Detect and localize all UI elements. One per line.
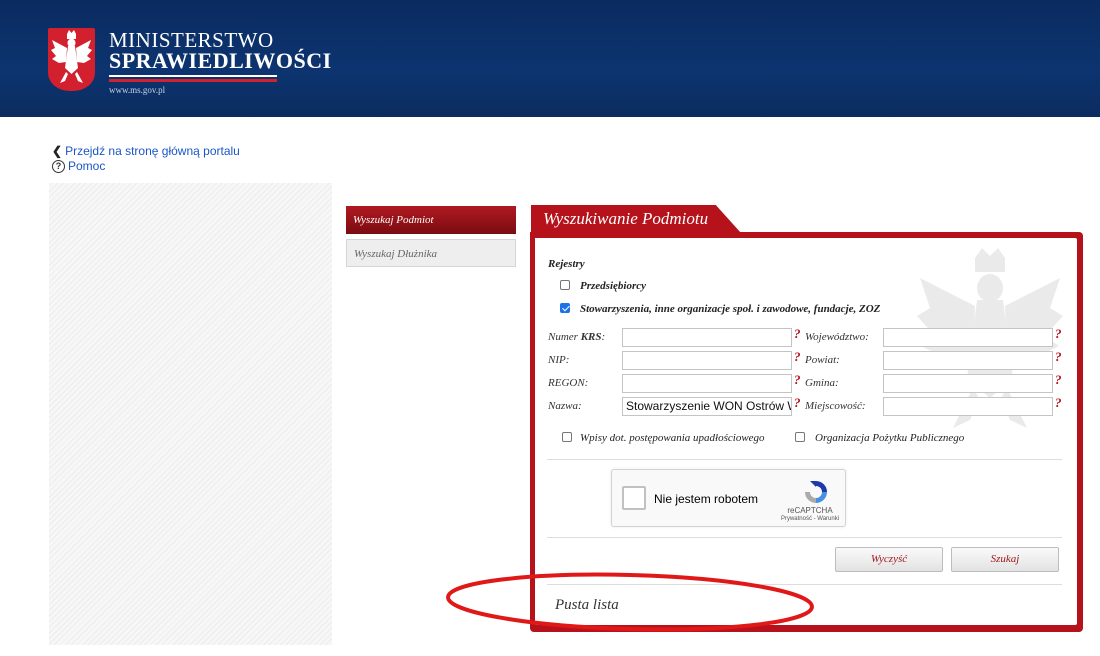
divider xyxy=(547,584,1062,585)
recaptcha-widget: Nie jestem robotem reCAPTCHA Prywatność … xyxy=(611,469,846,527)
nip-label: NIP: xyxy=(548,354,570,366)
register-associations-label: Stowarzyszenia, inne organizacje społ. i… xyxy=(580,303,881,315)
site-header: MINISTERSTWO SPRAWIEDLIWOŚCI www.ms.gov.… xyxy=(0,0,1100,117)
logo-line-sprawiedliwosci: SPRAWIEDLIWOŚCI xyxy=(109,48,332,73)
county-input[interactable] xyxy=(883,351,1053,370)
menu-item-search-debtor[interactable]: Wyszukaj Dłużnika xyxy=(346,239,516,267)
public-benefit-org-label: Organizacja Pożytku Publicznego xyxy=(815,432,965,444)
recaptcha-checkbox[interactable] xyxy=(622,486,646,510)
name-label: Nazwa: xyxy=(548,400,582,412)
help-circle-icon: ? xyxy=(52,159,65,173)
krs-label-prefix: Numer xyxy=(548,331,581,343)
results-empty-text: Pusta lista xyxy=(555,597,619,613)
help-label: Pomoc xyxy=(68,159,106,173)
voivodeship-label: Województwo: xyxy=(805,331,869,343)
bankruptcy-entries-checkbox[interactable] xyxy=(562,432,572,442)
menu-item-search-entity[interactable]: Wyszukaj Podmiot xyxy=(346,206,516,234)
clear-button[interactable]: Wyczyść xyxy=(835,547,943,572)
krs-label: Numer KRS: xyxy=(548,331,605,343)
county-label: Powiat: xyxy=(805,354,840,366)
recaptcha-label: Nie jestem robotem xyxy=(654,492,759,506)
municipality-label: Gmina: xyxy=(805,377,839,389)
krs-input[interactable] xyxy=(622,328,792,347)
logo-red-stripe xyxy=(109,79,277,82)
help-link[interactable]: ? Pomoc xyxy=(52,159,105,173)
nip-input[interactable] xyxy=(622,351,792,370)
recaptcha-brand: reCAPTCHA xyxy=(787,506,833,515)
regon-help-icon[interactable]: ? xyxy=(794,372,801,388)
chevron-left-icon: ❮ xyxy=(52,144,63,158)
locality-help-icon[interactable]: ? xyxy=(1055,395,1062,411)
logo-url: www.ms.gov.pl xyxy=(109,85,166,95)
county-help-icon[interactable]: ? xyxy=(1055,349,1062,365)
regon-input[interactable] xyxy=(622,374,792,393)
nip-help-icon[interactable]: ? xyxy=(794,349,801,365)
register-entrepreneurs-label: Przedsiębiorcy xyxy=(580,280,646,292)
regon-label: REGON: xyxy=(548,377,589,389)
tab-search-entity: Wyszukiwanie Podmiotu xyxy=(531,205,741,233)
name-help-icon[interactable]: ? xyxy=(794,395,801,411)
municipality-help-icon[interactable]: ? xyxy=(1055,372,1062,388)
locality-label: Miejscowość: xyxy=(805,400,866,412)
search-button[interactable]: Szukaj xyxy=(951,547,1059,572)
back-to-portal-link[interactable]: ❮ Przejdź na stronę główną portalu xyxy=(52,144,240,158)
register-entrepreneurs-checkbox[interactable] xyxy=(560,280,570,290)
back-to-portal-label: Przejdź na stronę główną portalu xyxy=(65,144,240,158)
locality-input[interactable] xyxy=(883,397,1053,416)
krs-help-icon[interactable]: ? xyxy=(794,326,801,342)
logo-white-stripe xyxy=(109,75,277,77)
bankruptcy-entries-label: Wpisy dot. postępowania upadłościowego xyxy=(580,432,765,444)
polish-eagle-emblem xyxy=(48,28,95,91)
divider xyxy=(547,459,1062,460)
hatched-side-panel xyxy=(49,183,332,645)
voivodeship-input[interactable] xyxy=(883,328,1053,347)
krs-label-suffix: : xyxy=(601,331,606,343)
public-benefit-org-checkbox[interactable] xyxy=(795,432,805,442)
name-input[interactable]: Stowarzyszenie WON Ostrów Wie xyxy=(622,397,792,416)
recaptcha-privacy-links[interactable]: Prywatność - Warunki xyxy=(774,516,846,522)
divider xyxy=(547,537,1062,538)
registers-heading: Rejestry xyxy=(548,258,585,270)
recaptcha-logo-icon xyxy=(805,481,827,503)
municipality-input[interactable] xyxy=(883,374,1053,393)
register-associations-checkbox[interactable] xyxy=(560,303,570,313)
voivodeship-help-icon[interactable]: ? xyxy=(1055,326,1062,342)
krs-label-bold: KRS xyxy=(580,331,602,343)
